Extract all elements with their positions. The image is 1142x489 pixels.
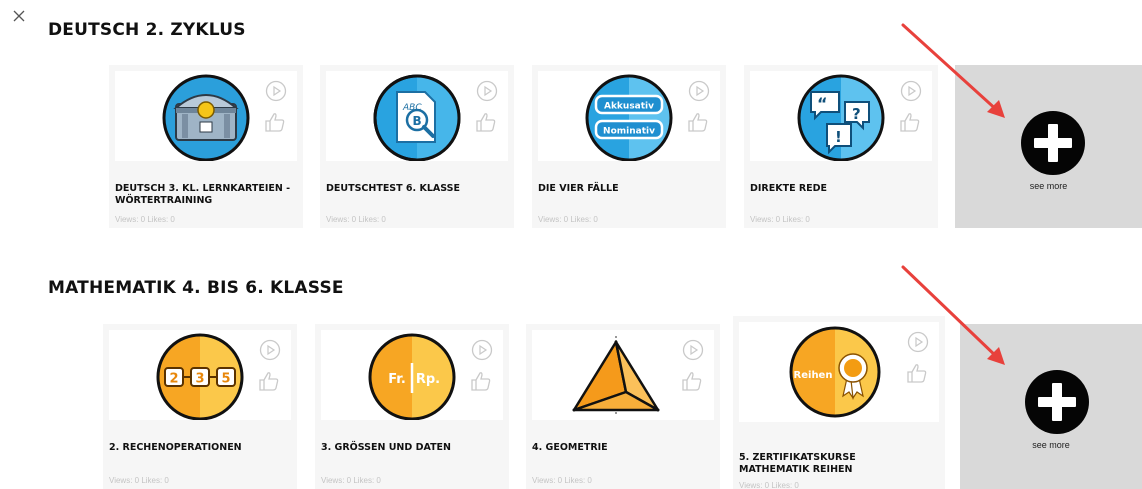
- card-thumbnail: Akkusativ Nominativ: [538, 71, 720, 161]
- card-title[interactable]: DEUTSCHTEST 6. KLASSE: [326, 183, 508, 195]
- card-title[interactable]: DIREKTE REDE: [750, 183, 932, 195]
- play-icon[interactable]: [688, 80, 710, 102]
- see-more-button[interactable]: see more: [955, 65, 1142, 228]
- play-icon[interactable]: [265, 80, 287, 102]
- thumbs-up-icon[interactable]: [263, 110, 287, 134]
- card-zertifikatskurse[interactable]: Reihen 5. ZERTIFIKATSKURSE MATHEMATIK RE…: [733, 316, 945, 489]
- card-stats: Views: 0 Likes: 0: [326, 215, 386, 224]
- card-deutsch-lernkarteien[interactable]: DEUTSCH 3. KL. LERNKARTEIEN - WÖRTERTRAI…: [109, 65, 303, 228]
- thumbs-up-icon[interactable]: [680, 369, 704, 393]
- card-thumbnail: [532, 330, 714, 420]
- see-more-label: see more: [1029, 181, 1068, 191]
- card-thumbnail: “ ? !: [750, 71, 932, 161]
- card-thumbnail: ABC B: [326, 71, 508, 161]
- card-title[interactable]: 2. RECHENOPERATIONEN: [109, 442, 291, 454]
- award-ribbon-icon: Reihen: [789, 326, 881, 418]
- svg-text:B: B: [413, 114, 422, 128]
- badge-akkusativ: Akkusativ: [604, 102, 654, 112]
- svg-text:?: ?: [852, 105, 861, 123]
- plus-icon: [1025, 370, 1089, 434]
- card-title[interactable]: 5. ZERTIFIKATSKURSE MATHEMATIK REIHEN: [739, 452, 929, 476]
- card-title[interactable]: DIE VIER FÄLLE: [538, 183, 720, 195]
- play-icon[interactable]: [471, 339, 493, 361]
- treasure-chest-icon: [162, 74, 250, 161]
- thumbs-up-icon[interactable]: [257, 369, 281, 393]
- pyramid-icon: [572, 336, 660, 416]
- play-icon[interactable]: [682, 339, 704, 361]
- svg-text:2: 2: [169, 372, 178, 387]
- card-thumbnail: Fr. Rp.: [321, 330, 503, 420]
- card-title[interactable]: DEUTSCH 3. KL. LERNKARTEIEN - WÖRTERTRAI…: [115, 183, 297, 207]
- section-title-mathematik: MATHEMATIK 4. BIS 6. KLASSE: [48, 278, 344, 298]
- thumbs-up-icon[interactable]: [905, 361, 929, 385]
- card-stats: Views: 0 Likes: 0: [739, 481, 799, 489]
- close-icon[interactable]: [11, 8, 27, 24]
- card-thumbnail: Reihen: [739, 322, 939, 422]
- play-icon[interactable]: [476, 80, 498, 102]
- card-stats: Views: 0 Likes: 0: [109, 476, 169, 485]
- grammar-cases-icon: Akkusativ Nominativ: [585, 74, 673, 161]
- see-more-label: see more: [1032, 440, 1070, 450]
- currency-icon: Fr. Rp.: [368, 333, 456, 420]
- card-stats: Views: 0 Likes: 0: [538, 215, 598, 224]
- svg-text:Reihen: Reihen: [794, 370, 833, 381]
- thumbs-up-icon[interactable]: [898, 110, 922, 134]
- speech-bubbles-icon: “ ? !: [797, 74, 885, 161]
- svg-text:3: 3: [195, 372, 204, 387]
- svg-text:!: !: [835, 128, 842, 146]
- card-geometrie[interactable]: 4. GEOMETRIE Views: 0 Likes: 0: [526, 324, 720, 489]
- card-thumbnail: 2 3 5: [109, 330, 291, 420]
- abc-document-search-icon: ABC B: [373, 74, 461, 161]
- svg-text:“: “: [817, 94, 828, 113]
- card-stats: Views: 0 Likes: 0: [321, 476, 381, 485]
- card-title[interactable]: 4. GEOMETRIE: [532, 442, 714, 454]
- badge-nominativ: Nominativ: [603, 127, 655, 137]
- card-title[interactable]: 3. GRÖSSEN UND DATEN: [321, 442, 503, 454]
- card-deutschtest[interactable]: ABC B DEUTSCHTEST 6. KLASSE Views: 0 Lik…: [320, 65, 514, 228]
- see-more-button[interactable]: see more: [960, 324, 1142, 489]
- number-blocks-icon: 2 3 5: [156, 333, 244, 420]
- play-icon[interactable]: [259, 339, 281, 361]
- plus-icon: [1021, 111, 1085, 175]
- card-direkte-rede[interactable]: “ ? ! DIREKTE REDE Views: 0 Likes: 0: [744, 65, 938, 228]
- thumbs-up-icon[interactable]: [469, 369, 493, 393]
- section-title-deutsch: DEUTSCH 2. ZYKLUS: [48, 20, 246, 40]
- svg-text:Fr.: Fr.: [388, 372, 406, 387]
- card-groessen-und-daten[interactable]: Fr. Rp. 3. GRÖSSEN UND DATEN Views: 0 Li…: [315, 324, 509, 489]
- card-stats: Views: 0 Likes: 0: [750, 215, 810, 224]
- card-stats: Views: 0 Likes: 0: [115, 215, 175, 224]
- card-thumbnail: [115, 71, 297, 161]
- thumbs-up-icon[interactable]: [474, 110, 498, 134]
- card-rechenoperationen[interactable]: 2 3 5 2. RECHENOPERATIONEN Views: 0 Like…: [103, 324, 297, 489]
- play-icon[interactable]: [900, 80, 922, 102]
- svg-text:5: 5: [221, 372, 230, 387]
- thumbs-up-icon[interactable]: [686, 110, 710, 134]
- card-stats: Views: 0 Likes: 0: [532, 476, 592, 485]
- svg-text:Rp.: Rp.: [416, 372, 440, 387]
- card-die-vier-faelle[interactable]: Akkusativ Nominativ DIE VIER FÄLLE Views…: [532, 65, 726, 228]
- play-icon[interactable]: [907, 331, 929, 353]
